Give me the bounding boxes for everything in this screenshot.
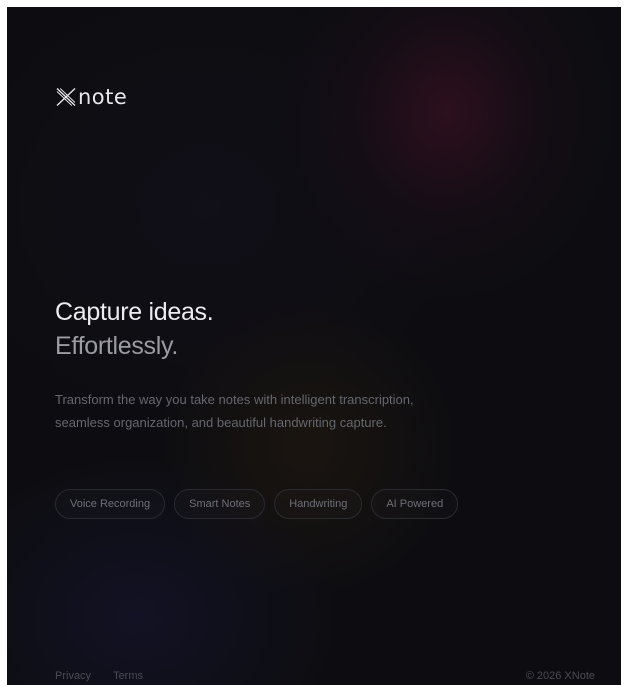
hero-headline: Capture ideas. Effortlessly. bbox=[55, 295, 214, 363]
brand-name: note bbox=[78, 85, 128, 109]
copyright-text: © 2026 XNote bbox=[525, 670, 595, 682]
headline-primary: Capture ideas. bbox=[55, 298, 214, 326]
page: note Capture ideas. Effortlessly. Transf… bbox=[7, 7, 621, 685]
footer: Privacy Terms © 2026 XNote bbox=[55, 670, 595, 682]
hero-description: Transform the way you take notes with in… bbox=[55, 392, 414, 430]
footer-links: Privacy Terms bbox=[55, 670, 143, 682]
chip-voice-recording[interactable]: Voice Recording bbox=[55, 489, 166, 519]
chip-handwriting[interactable]: Handwriting bbox=[274, 489, 363, 519]
privacy-link[interactable]: Privacy bbox=[55, 670, 91, 682]
terms-link[interactable]: Terms bbox=[113, 670, 143, 682]
headline-secondary: Effortlessly. bbox=[55, 332, 178, 360]
x-mark-icon bbox=[56, 87, 76, 107]
feature-chips: Voice Recording Smart Notes Handwriting … bbox=[55, 489, 459, 519]
chip-ai-powered[interactable]: AI Powered bbox=[371, 489, 459, 519]
chip-smart-notes[interactable]: Smart Notes bbox=[174, 489, 266, 519]
brand-logo[interactable]: note bbox=[55, 85, 127, 109]
